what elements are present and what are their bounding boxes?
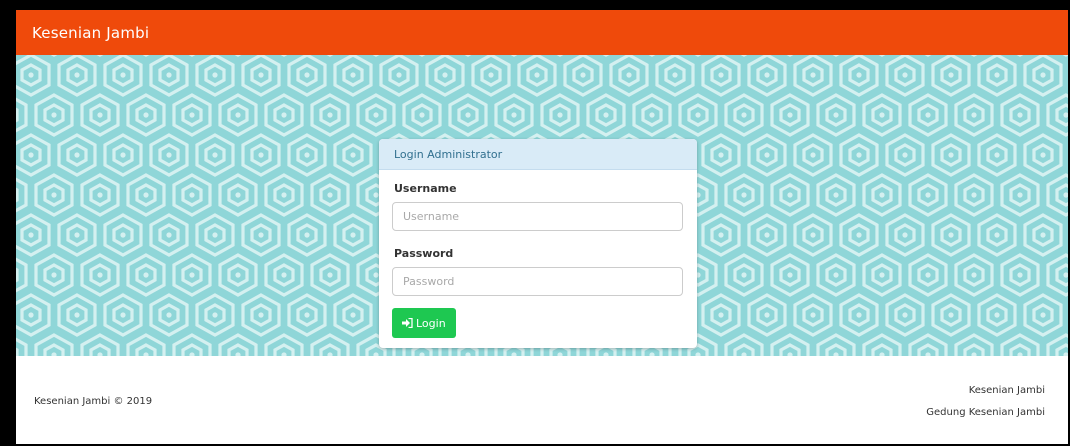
page-footer: Kesenian Jambi © 2019 Kesenian Jambi Ged… (16, 356, 1068, 444)
footer-venue-name: Gedung Kesenian Jambi (926, 407, 1045, 418)
footer-info: Kesenian Jambi Gedung Kesenian Jambi (926, 380, 1045, 424)
navbar-brand[interactable]: Kesenian Jambi (32, 24, 149, 42)
login-form: Username Password Login (379, 170, 697, 338)
password-input[interactable] (392, 267, 683, 296)
login-button-label: Login (416, 316, 446, 330)
username-label: Username (394, 182, 457, 195)
login-panel-heading: Login Administrator (379, 139, 697, 170)
username-input[interactable] (392, 202, 683, 231)
login-button[interactable]: Login (392, 308, 456, 338)
browser-viewport: Kesenian Jambi Login Administrator Usern… (16, 10, 1068, 444)
login-panel: Login Administrator Username Password Lo… (379, 139, 697, 348)
top-navbar: Kesenian Jambi (16, 10, 1068, 55)
password-label: Password (394, 247, 454, 260)
hero-pattern-background: Login Administrator Username Password Lo… (16, 55, 1068, 356)
sign-in-icon (402, 318, 413, 328)
footer-site-name: Kesenian Jambi (968, 385, 1045, 396)
footer-copyright: Kesenian Jambi © 2019 (34, 396, 153, 407)
